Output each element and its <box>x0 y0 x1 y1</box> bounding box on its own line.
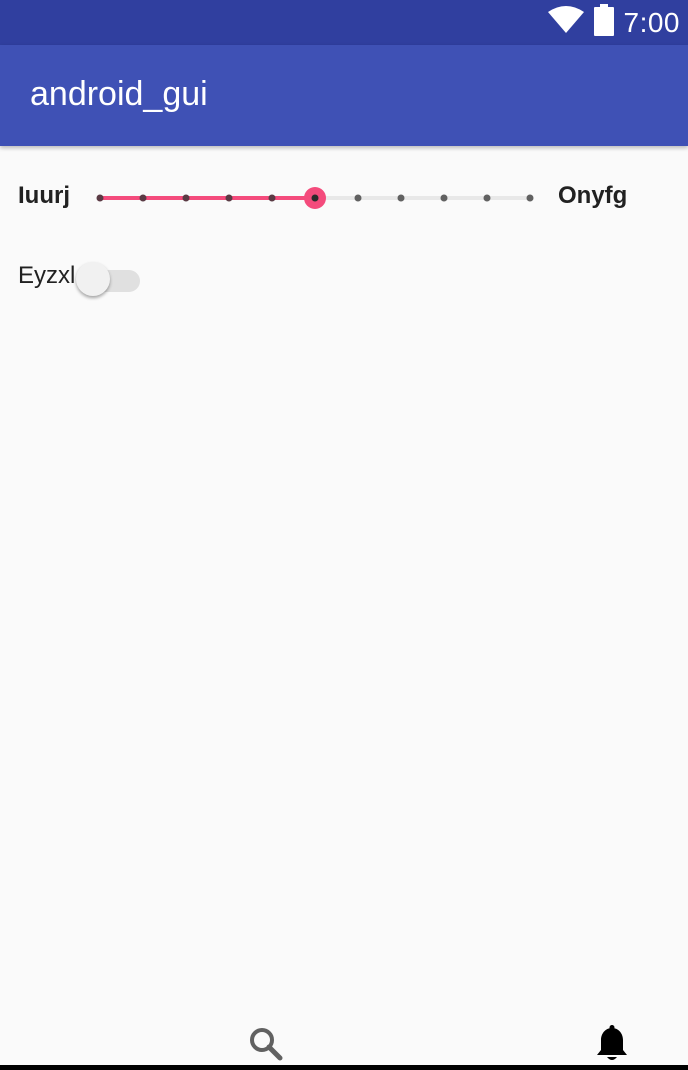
app-bar: android_gui <box>0 45 688 146</box>
slider-thumb-tick <box>311 194 319 202</box>
status-time: 7:00 <box>623 6 680 38</box>
battery-icon <box>593 4 614 41</box>
discrete-slider[interactable] <box>96 174 534 222</box>
slider-label-right: Onyfg <box>558 182 628 209</box>
bottom-bar <box>0 1018 688 1070</box>
status-icons: 7:00 <box>547 0 681 45</box>
main-content: Iuurj Onyfg Eyzxl <box>0 146 688 1036</box>
slider-row: Iuurj Onyfg <box>0 174 688 222</box>
navigation-bar-edge <box>0 1065 688 1070</box>
slider-tick <box>96 194 104 202</box>
slider-tick <box>483 194 491 202</box>
slider-tick <box>397 194 405 202</box>
slider-label-left: Iuurj <box>18 182 70 209</box>
search-icon[interactable] <box>246 1024 286 1064</box>
switch-thumb[interactable] <box>76 262 110 296</box>
slider-tick <box>268 194 276 202</box>
slider-tick <box>182 194 190 202</box>
slider-tick <box>440 194 448 202</box>
toggle-switch[interactable] <box>76 260 142 296</box>
switch-row: Eyzxl <box>0 252 688 300</box>
slider-tick <box>139 194 147 202</box>
switch-label: Eyzxl <box>18 262 76 289</box>
slider-tick <box>526 194 534 202</box>
slider-tick <box>354 194 362 202</box>
bell-icon[interactable] <box>592 1024 632 1064</box>
slider-tick <box>225 194 233 202</box>
status-bar: 7:00 <box>0 0 688 45</box>
app-title: android_gui <box>30 75 208 113</box>
wifi-icon <box>547 6 584 39</box>
